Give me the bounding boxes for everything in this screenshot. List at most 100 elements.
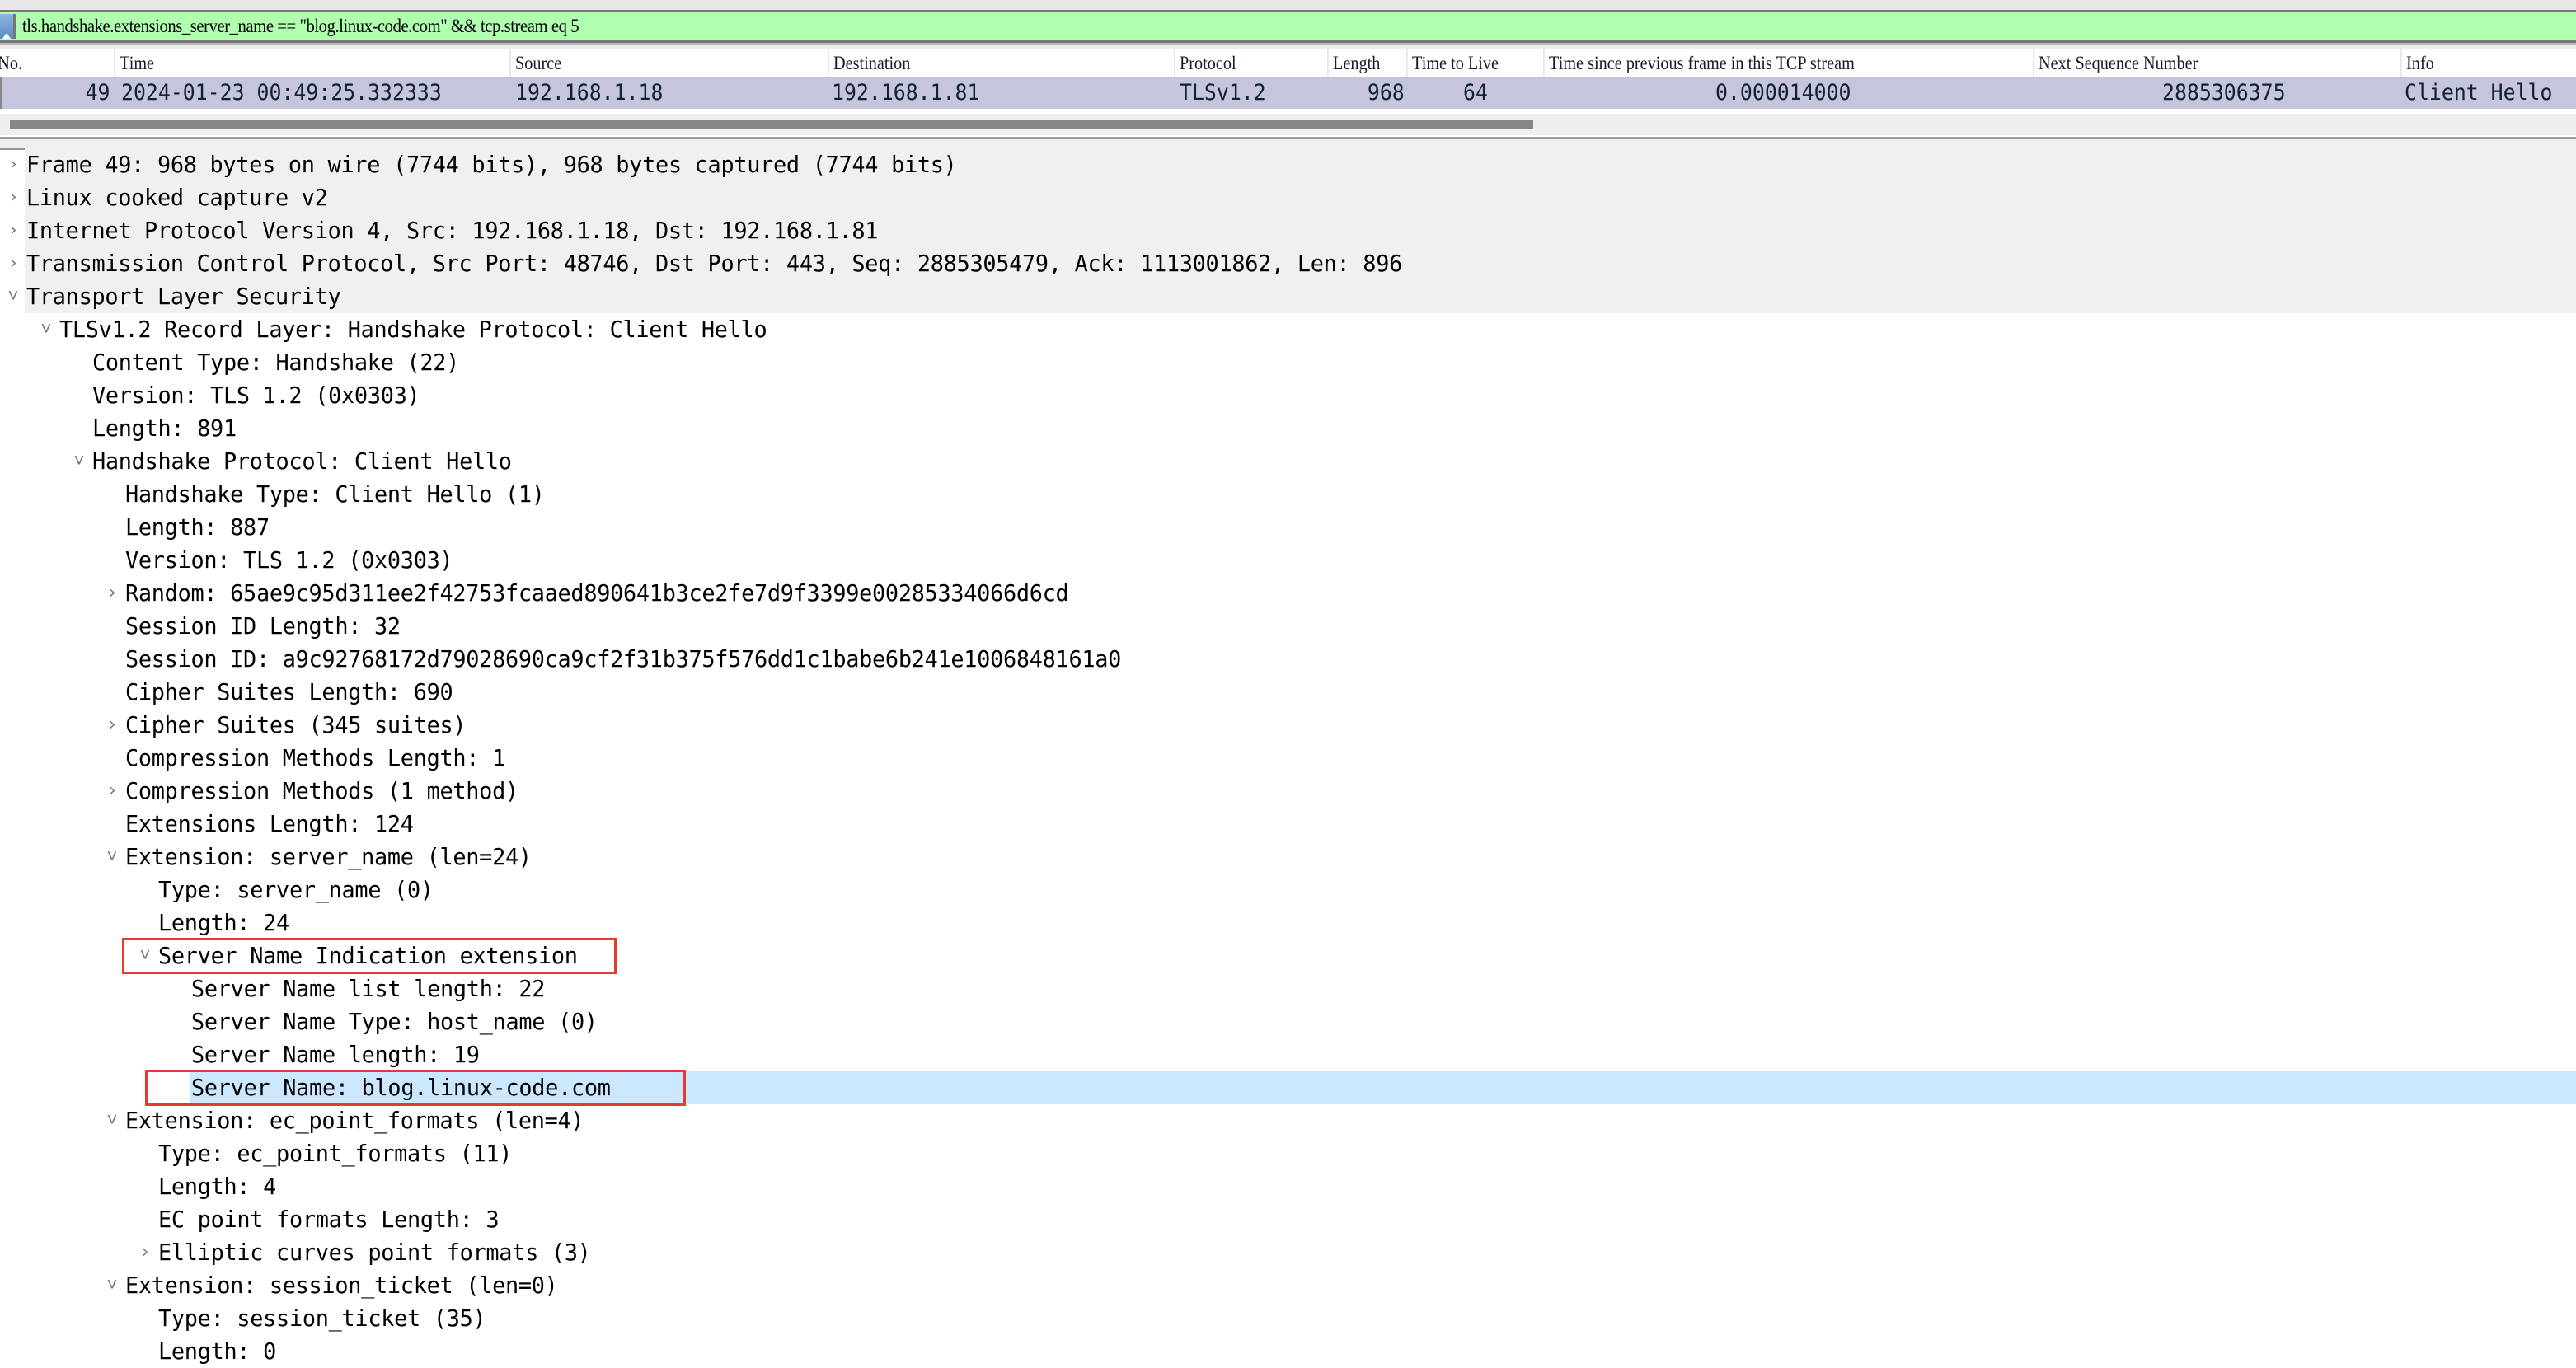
tree-item[interactable]: Version: TLS 1.2 (0x0303) — [0, 544, 2576, 577]
tree-item[interactable]: Session ID: a9c92768172d79028690ca9cf2f3… — [0, 643, 2576, 676]
tree-item[interactable]: › Compression Methods (1 method) — [0, 775, 2576, 808]
column-header-info[interactable]: Info — [2400, 49, 2434, 77]
bookmark-filter-icon[interactable] — [0, 14, 16, 39]
row-background — [124, 544, 2576, 577]
annotation-highlight-box — [122, 938, 617, 974]
chevron-down-icon[interactable]: ˅ — [69, 445, 89, 478]
chevron-right-icon[interactable]: › — [135, 1236, 155, 1269]
tree-item[interactable]: Length: 887 — [0, 511, 2576, 544]
row-background — [124, 511, 2576, 544]
tree-item[interactable]: Server Name: blog.linux-code.com — [0, 1070, 2576, 1106]
row-background — [157, 1137, 2576, 1170]
tree-item[interactable]: ˅ TLSv1.2 Record Layer: Handshake Protoco… — [0, 313, 2576, 346]
chevron-down-icon[interactable]: ˅ — [102, 1104, 122, 1137]
tree-item[interactable]: Server Name Type: host_name (0) — [0, 1005, 2576, 1038]
tree-item[interactable]: Extensions Length: 124 — [0, 808, 2576, 841]
column-header-destination[interactable]: Destination — [828, 49, 910, 77]
tree-item[interactable]: › Elliptic curves point formats (3) — [0, 1236, 2576, 1269]
tree-item[interactable]: Cipher Suites Length: 690 — [0, 676, 2576, 709]
chevron-down-icon[interactable]: ˅ — [102, 1269, 122, 1302]
tree-item[interactable]: Compression Methods Length: 1 — [0, 742, 2576, 775]
tree-item[interactable]: ˅ Server Name Indication extension — [0, 938, 2576, 974]
tree-item-label: Extension: session_ticket (len=0) — [125, 1272, 558, 1299]
column-header-source[interactable]: Source — [509, 49, 561, 77]
tree-item[interactable]: ˅ Extension: ec_point_formats (len=4) — [0, 1104, 2576, 1137]
row-background — [124, 610, 2576, 643]
tree-item-label: Cipher Suites Length: 690 — [125, 678, 453, 705]
row-background — [157, 1335, 2576, 1368]
tree-item[interactable]: Type: ec_point_formats (11) — [0, 1137, 2576, 1170]
packet-source: 192.168.1.18 — [515, 80, 664, 105]
tree-item[interactable]: › Random: 65ae9c95d311ee2f42753fcaaed8906… — [0, 577, 2576, 610]
row-background — [157, 1203, 2576, 1236]
packet-length: 968 — [1368, 80, 1405, 105]
tree-item[interactable]: Length: 891 — [0, 412, 2576, 445]
row-background — [25, 181, 2576, 214]
chevron-right-icon[interactable]: › — [3, 247, 23, 280]
tree-item[interactable]: Length: 0 — [0, 1335, 2576, 1368]
annotation-highlight-box — [145, 1070, 686, 1106]
tree-item[interactable]: Length: 24 — [0, 907, 2576, 939]
chevron-right-icon[interactable]: › — [102, 775, 122, 808]
row-background — [190, 1038, 2576, 1071]
column-header-time-since-prev[interactable]: Time since previous frame in this TCP st… — [1543, 49, 1855, 77]
display-filter-bar[interactable]: tls.handshake.extensions_server_name == … — [0, 10, 2576, 43]
row-background — [157, 874, 2576, 907]
display-filter-input[interactable]: tls.handshake.extensions_server_name == … — [22, 16, 579, 37]
packet-ttl: 64 — [1463, 80, 1488, 105]
tree-item[interactable]: Version: TLS 1.2 (0x0303) — [0, 379, 2576, 412]
tree-item-label: Session ID: a9c92768172d79028690ca9cf2f3… — [125, 645, 1122, 672]
tree-item-label: Content Type: Handshake (22) — [92, 349, 460, 376]
tree-item-label: Length: 887 — [125, 513, 270, 541]
tree-item[interactable]: › Internet Protocol Version 4, Src: 192.1… — [0, 214, 2576, 247]
packet-no: 49 — [86, 80, 110, 105]
packet-list-header: No. Time Source Destination Protocol Len… — [0, 49, 2576, 77]
chevron-right-icon[interactable]: › — [3, 214, 23, 247]
tree-item[interactable]: ˅ Handshake Protocol: Client Hello — [0, 445, 2576, 478]
tree-item[interactable]: › Linux cooked capture v2 — [0, 181, 2576, 214]
row-background — [91, 379, 2576, 412]
tree-item[interactable]: EC point formats Length: 3 — [0, 1203, 2576, 1236]
tree-item[interactable]: › Transmission Control Protocol, Src Port… — [0, 247, 2576, 280]
tree-item[interactable]: Server Name list length: 22 — [0, 972, 2576, 1005]
column-header-protocol[interactable]: Protocol — [1174, 49, 1236, 77]
column-header-no[interactable]: No. — [0, 49, 22, 77]
packet-time: 2024-01-23 00:49:25.332333 — [121, 80, 442, 105]
chevron-down-icon[interactable]: ˅ — [102, 841, 122, 874]
scrollbar-thumb[interactable] — [10, 120, 1533, 129]
chevron-right-icon[interactable]: › — [3, 148, 23, 181]
chevron-down-icon[interactable]: ˅ — [36, 313, 56, 346]
column-header-next-seq[interactable]: Next Sequence Number — [2033, 49, 2198, 77]
tree-item[interactable]: Type: session_ticket (35) — [0, 1302, 2576, 1335]
row-background — [124, 709, 2576, 742]
chevron-right-icon[interactable]: › — [102, 709, 122, 742]
column-header-time[interactable]: Time — [114, 49, 154, 77]
row-background — [91, 412, 2576, 445]
column-header-length[interactable]: Length — [1327, 49, 1380, 77]
column-header-ttl[interactable]: Time to Live — [1406, 49, 1499, 77]
chevron-right-icon[interactable]: › — [102, 577, 122, 610]
tree-item-label: Extension: server_name (len=24) — [125, 843, 532, 870]
row-background — [124, 676, 2576, 709]
tree-item[interactable]: Handshake Type: Client Hello (1) — [0, 478, 2576, 511]
chevron-right-icon[interactable]: › — [3, 181, 23, 214]
tree-item-label: Elliptic curves point formats (3) — [158, 1239, 591, 1266]
row-background — [91, 346, 2576, 379]
tree-item[interactable]: ˅ Extension: server_name (len=24) — [0, 841, 2576, 874]
tree-item[interactable]: Session ID Length: 32 — [0, 610, 2576, 643]
chevron-down-icon[interactable]: ˅ — [3, 280, 23, 313]
tree-item[interactable]: › Frame 49: 968 bytes on wire (7744 bits)… — [0, 148, 2576, 181]
tree-item[interactable]: ˅ Transport Layer Security — [0, 280, 2576, 313]
tree-item[interactable]: Server Name length: 19 — [0, 1038, 2576, 1071]
tree-item-label: Type: session_ticket (35) — [158, 1305, 486, 1332]
tree-item[interactable]: Type: server_name (0) — [0, 874, 2576, 907]
tree-item[interactable]: ˅ Extension: session_ticket (len=0) — [0, 1269, 2576, 1302]
tree-item-label: Extensions Length: 124 — [125, 810, 414, 837]
packet-list-horizontal-scrollbar[interactable] — [0, 114, 2576, 135]
packet-row[interactable]: 49 2024-01-23 00:49:25.332333 192.168.1.… — [0, 77, 2576, 109]
tree-item[interactable]: Length: 4 — [0, 1170, 2576, 1203]
row-background — [157, 907, 2576, 939]
tree-item[interactable]: Content Type: Handshake (22) — [0, 346, 2576, 379]
tree-item[interactable]: › Cipher Suites (345 suites) — [0, 709, 2576, 742]
tree-item-label: Frame 49: 968 bytes on wire (7744 bits),… — [26, 151, 957, 178]
